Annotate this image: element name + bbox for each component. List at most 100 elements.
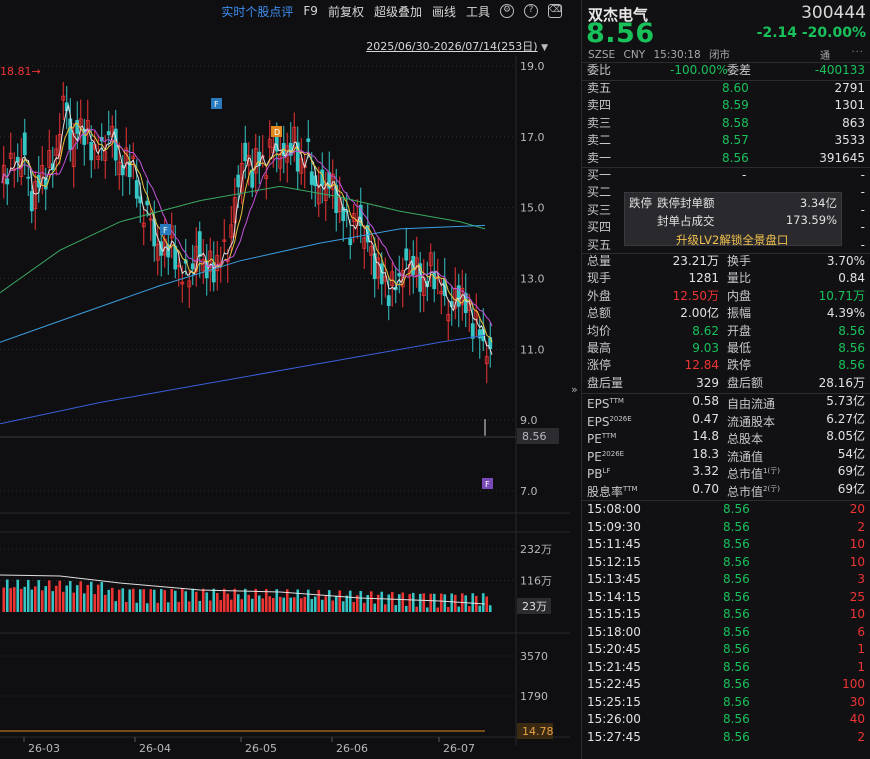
tick-row[interactable]: 15:27:45 8.56 2 xyxy=(582,729,870,746)
fundamental-label-text: 股息率 xyxy=(587,485,624,499)
volume-bar xyxy=(243,588,247,612)
volume-bar xyxy=(159,589,163,612)
indicator-tick-label: 1790 xyxy=(520,690,548,703)
ask-row[interactable]: 卖二 8.57 3533 xyxy=(582,132,870,149)
more-icon[interactable]: ··· xyxy=(851,47,864,58)
market-status: 闭市 xyxy=(708,49,730,61)
volume-tick-label: 232万 xyxy=(520,543,552,556)
tick-row[interactable]: 15:09:30 8.56 2 xyxy=(582,519,870,536)
collapse-arrow-icon[interactable]: » xyxy=(571,383,581,396)
stat-value: 12.50万 xyxy=(672,288,719,303)
stat-label: 最高 xyxy=(587,341,612,355)
fundamental-value: 0.58 xyxy=(692,394,719,408)
volume-bar xyxy=(103,594,107,612)
upgrade-lv2-link[interactable]: 升级LV2解锁全景盘口 xyxy=(676,232,788,248)
ask-row[interactable]: 卖五 8.60 2791 xyxy=(582,80,870,97)
tick-row[interactable]: 15:21:45 8.56 1 xyxy=(582,659,870,676)
stat-label: 现手 xyxy=(587,271,612,286)
tick-row[interactable]: 15:14:15 8.56 25 xyxy=(582,589,870,606)
bid-row[interactable]: 买一 - - xyxy=(582,167,870,184)
volume-bar xyxy=(142,589,146,612)
fundamental-label-text: PE xyxy=(587,449,602,464)
tick-volume: 25 xyxy=(849,589,865,604)
volume-bar xyxy=(404,605,408,612)
date-label: 26-06 xyxy=(336,742,368,755)
volume-bar xyxy=(68,580,72,612)
tick-row[interactable]: 15:25:15 8.56 30 xyxy=(582,694,870,711)
tick-row[interactable]: 15:15:15 8.56 10 xyxy=(582,606,870,623)
date-label: 26-07 xyxy=(443,742,475,755)
volume-bar xyxy=(429,593,433,612)
volume-bar xyxy=(61,591,65,612)
event-marker-f-label: F xyxy=(485,480,490,489)
kline-chart-svg[interactable]: 19.0 17.0 15.0 13.0 11.0 9.0 7.0 8.56 18.81→ F F D F… xyxy=(0,0,570,759)
volume-bar xyxy=(478,605,482,612)
kline-chart-pane[interactable]: 19.0 17.0 15.0 13.0 11.0 9.0 7.0 8.56 18.81→ F F D F… xyxy=(0,0,578,759)
fundamental-label-text: PE xyxy=(587,432,602,447)
ask-price: 8.60 xyxy=(722,81,749,95)
fundamental-label-sup: 2(亍) xyxy=(763,485,780,493)
ask-label: 卖四 xyxy=(587,98,612,113)
volume-bar xyxy=(275,589,279,612)
draw-line-button[interactable]: 画线 xyxy=(432,3,456,20)
f9-button[interactable]: F9 xyxy=(303,4,318,18)
tick-time: 15:22:45 xyxy=(587,677,641,691)
chart-toolbar: 实时个股点评 F9 前复权 超级叠加 画线 工具 ⚙ ? ⌫ xyxy=(0,0,570,22)
tick-row[interactable]: 15:11:45 8.56 10 xyxy=(582,536,870,553)
stat-label: 涨停 xyxy=(587,358,612,373)
tick-row[interactable]: 15:22:45 8.56 100 xyxy=(582,676,870,693)
volume-bar xyxy=(457,606,461,612)
ma60-line xyxy=(0,185,486,294)
volume-bar xyxy=(310,599,314,612)
change-value: -2.14 xyxy=(756,25,797,41)
volume-bar xyxy=(397,594,401,612)
tick-row[interactable]: 15:26:00 8.56 40 xyxy=(582,711,870,728)
stat-label: 振幅 xyxy=(727,306,752,321)
ask-row[interactable]: 卖三 8.58 863 xyxy=(582,115,870,132)
volume-bar xyxy=(282,597,286,612)
volume-bar xyxy=(79,581,83,612)
stats-row: 最高 9.03 最低 8.56 xyxy=(582,340,870,357)
tick-row[interactable]: 15:20:45 8.56 1 xyxy=(582,641,870,658)
overlay-button[interactable]: 超级叠加 xyxy=(374,3,422,20)
volume-bar xyxy=(341,601,345,612)
bid-label: 买三 xyxy=(587,202,612,217)
tick-row[interactable]: 15:12:15 8.56 10 xyxy=(582,554,870,571)
tick-volume: 3 xyxy=(857,572,865,586)
volume-bar xyxy=(194,591,198,612)
volume-bar xyxy=(334,595,338,612)
volume-bar xyxy=(107,589,111,612)
ask-row[interactable]: 卖四 8.59 1301 xyxy=(582,97,870,114)
volume-bar xyxy=(418,593,422,612)
price-tick-label: 11.0 xyxy=(520,343,545,356)
fundamental-value: 0.47 xyxy=(692,411,719,426)
candle-body xyxy=(22,132,27,156)
volume-bar xyxy=(219,600,223,612)
candle-body xyxy=(197,231,202,257)
volume-bar xyxy=(453,594,457,612)
tick-volume: 10 xyxy=(849,554,865,569)
candle-body xyxy=(26,176,31,179)
date-range-selector[interactable]: 2025/06/30-2026/07/14(253日) ▼ xyxy=(0,38,570,53)
gear-icon[interactable]: ⚙ xyxy=(500,4,514,18)
realtime-review-button[interactable]: 实时个股点评 xyxy=(221,3,293,20)
stats-row: 总额 2.00亿 振幅 4.39% xyxy=(582,305,870,322)
quote-meta: SZSE CNY 15:30:18 闭市 xyxy=(588,47,735,62)
clear-icon[interactable]: ⌫ xyxy=(548,4,562,18)
indicator-tick-label: 3570 xyxy=(520,650,548,663)
tick-row[interactable]: 15:13:45 8.56 3 xyxy=(582,571,870,588)
volume-bar xyxy=(12,587,16,612)
volume-bar xyxy=(443,594,447,612)
tools-button[interactable]: 工具 xyxy=(466,3,490,20)
tick-row[interactable]: 15:18:00 8.56 6 xyxy=(582,624,870,641)
tick-row[interactable]: 15:08:00 8.56 20 xyxy=(582,501,870,518)
ask-price: 8.56 xyxy=(722,150,749,165)
volume-bar xyxy=(229,599,233,612)
tick-volume: 100 xyxy=(842,677,865,691)
volume-bar xyxy=(145,603,149,612)
ask-row[interactable]: 卖一 8.56 391645 xyxy=(582,150,870,167)
pre-adjust-button[interactable]: 前复权 xyxy=(328,3,364,20)
price-tick-label: 9.0 xyxy=(520,414,538,427)
help-icon[interactable]: ? xyxy=(524,4,538,18)
volume-bar xyxy=(128,589,132,612)
